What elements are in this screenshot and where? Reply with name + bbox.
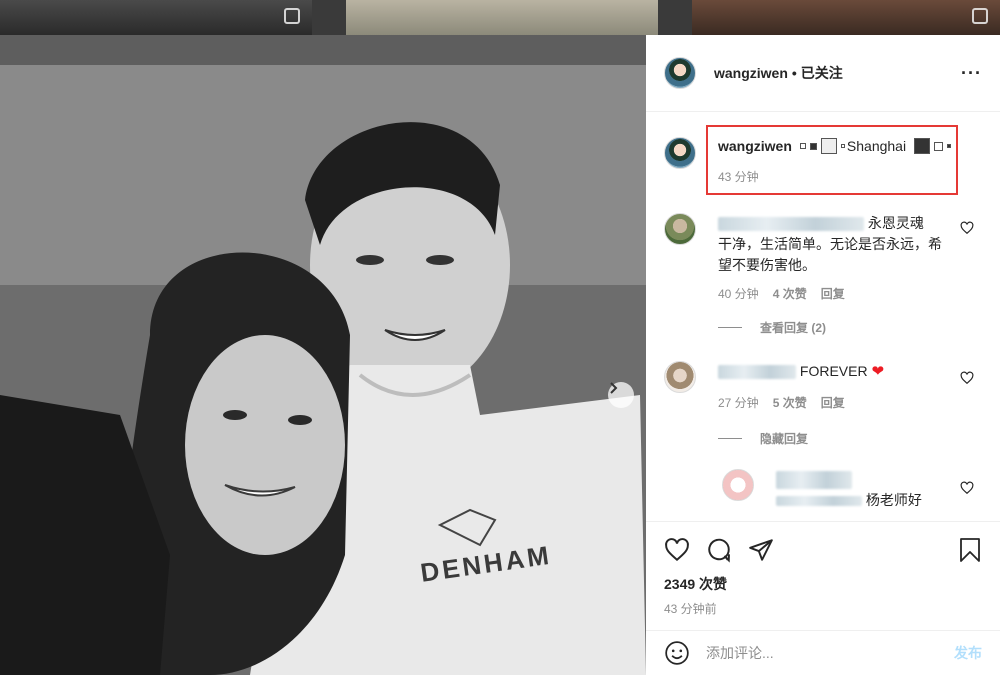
comment-text: FOREVER	[799, 363, 868, 379]
blurred-username	[776, 496, 862, 507]
hide-replies-button[interactable]: 隐藏回复	[718, 430, 808, 447]
posted-time: 43 分钟前	[664, 602, 717, 616]
header-username[interactable]: wangziwen	[714, 65, 788, 81]
more-horizontal-icon[interactable]: ···	[961, 63, 982, 84]
blurred-username	[776, 471, 852, 490]
share-plane-icon[interactable]	[748, 537, 774, 563]
hide-replies-label: 隐藏回复	[760, 432, 809, 446]
view-replies-button[interactable]: 查看回复 (2)	[718, 319, 826, 336]
blurred-username	[718, 217, 864, 232]
comment-likes[interactable]: 4 次赞	[773, 284, 807, 305]
likes-count[interactable]: 2349 次赞	[664, 574, 982, 594]
like-comment-heart-icon[interactable]	[960, 221, 974, 235]
post-side-panel: wangziwen • 已关注 ··· wangziwen Shanghai 4…	[646, 35, 1000, 675]
chevron-right-icon	[610, 382, 618, 394]
caption-emoji-glyphs	[798, 137, 847, 155]
caption: wangziwen Shanghai 43 分钟	[664, 137, 953, 185]
photo-illustration: DENHAM	[0, 35, 646, 675]
blurred-username	[718, 365, 796, 380]
avatar[interactable]	[664, 213, 696, 245]
thumbnail-1[interactable]	[0, 0, 312, 35]
like-comment-heart-icon[interactable]	[960, 371, 974, 385]
comment-time: 27 分钟	[718, 396, 759, 410]
comment-time: 40 分钟	[718, 287, 759, 301]
comment-text: 永恩灵魂	[867, 215, 924, 231]
comments-list: wangziwen Shanghai 43 分钟 永恩灵魂 干净，生活简单。无论…	[646, 113, 1000, 521]
comment-text-rest: 干净，生活简单。无论是否永远，希望不要伤害他。	[718, 236, 942, 273]
avatar[interactable]	[664, 57, 696, 89]
comment-likes[interactable]: 5 次赞	[773, 393, 807, 414]
post-photo[interactable]: DENHAM	[0, 35, 646, 675]
post-header: wangziwen • 已关注 ···	[646, 35, 1000, 112]
caption-emoji-glyphs-2	[912, 137, 953, 155]
multi-image-icon	[284, 8, 300, 24]
avatar[interactable]	[664, 361, 696, 393]
comment-bubble-icon[interactable]	[706, 537, 732, 563]
background-thumbnail-strip	[0, 0, 1000, 35]
like-heart-icon[interactable]	[664, 537, 690, 563]
follow-status[interactable]: • 已关注	[792, 63, 843, 83]
add-comment-bar: 发布	[646, 630, 1000, 675]
carousel-next-button[interactable]	[608, 382, 634, 408]
reply-text: 杨老师好	[865, 492, 922, 508]
post-comment-button[interactable]: 发布	[954, 643, 982, 663]
avatar[interactable]	[722, 469, 754, 501]
view-replies-label: 查看回复 (2)	[760, 321, 827, 335]
caption-location-text: Shanghai	[846, 137, 907, 154]
reply-button[interactable]: 回复	[821, 393, 845, 414]
thumbnail-3[interactable]	[692, 0, 1000, 35]
post-actions: 2349 次赞 43 分钟前	[646, 521, 1000, 621]
multi-image-icon	[972, 8, 988, 24]
avatar[interactable]	[664, 137, 696, 169]
thumbnail-2[interactable]	[346, 0, 658, 35]
red-heart-icon: ❤	[871, 363, 885, 380]
emoji-smile-icon[interactable]	[664, 640, 690, 666]
reply-button[interactable]: 回复	[821, 284, 845, 305]
like-comment-heart-icon[interactable]	[960, 481, 974, 495]
comment-input[interactable]	[706, 645, 954, 661]
caption-time: 43 分钟	[718, 170, 759, 185]
bookmark-icon[interactable]	[958, 537, 982, 563]
caption-username[interactable]: wangziwen	[718, 138, 792, 154]
